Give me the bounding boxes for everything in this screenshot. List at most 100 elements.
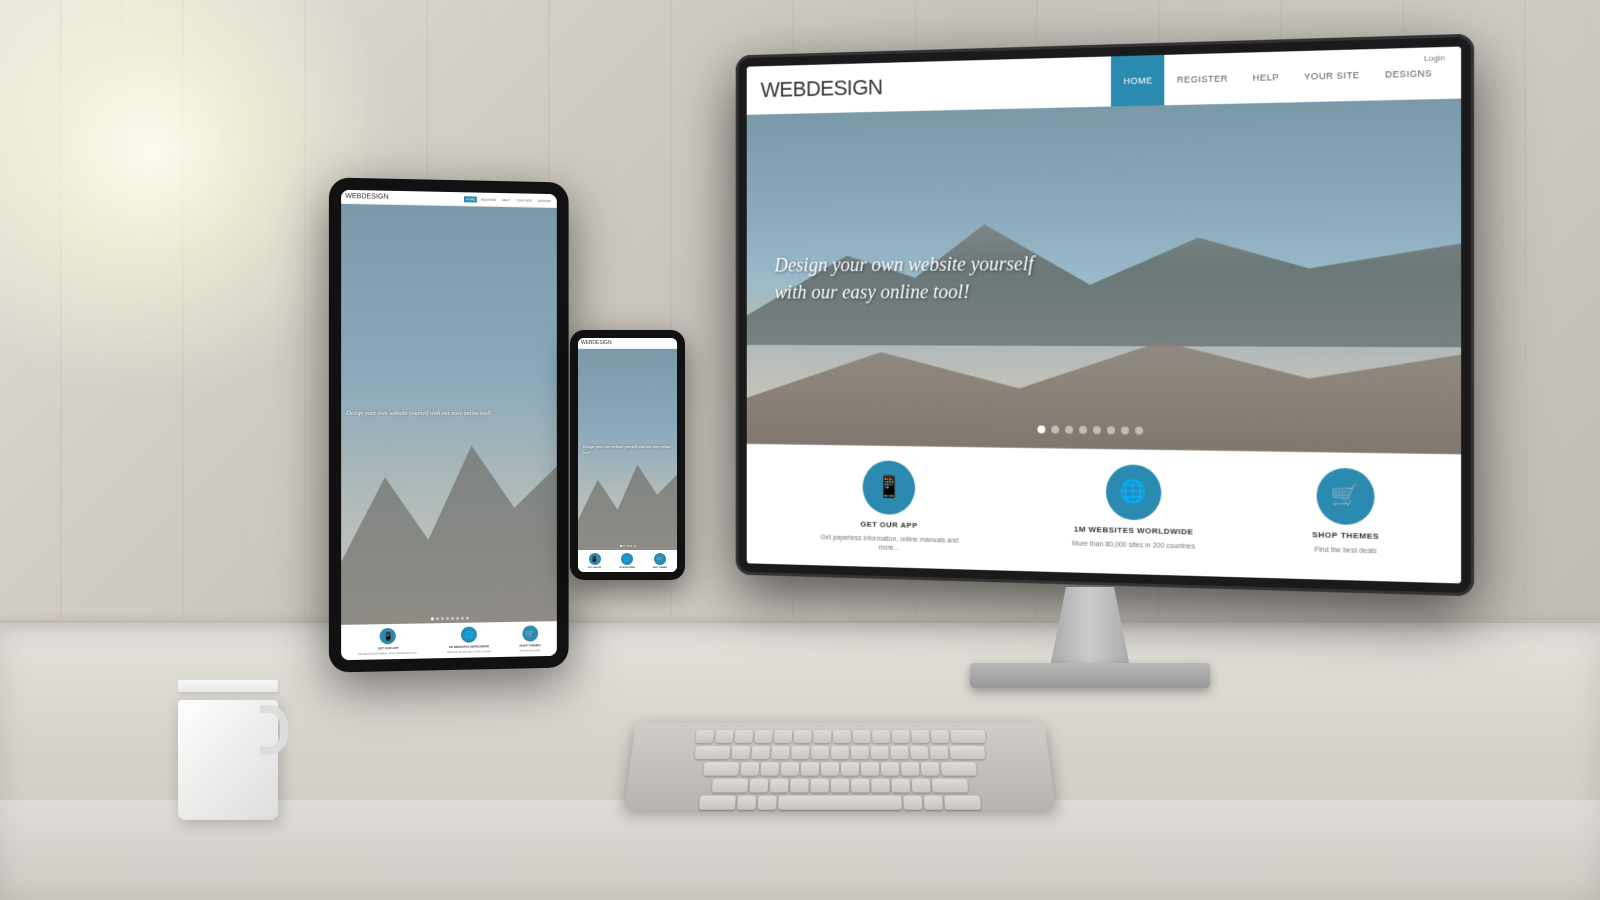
key (831, 746, 849, 759)
key-caps (703, 762, 739, 776)
nav-your-site[interactable]: YOUR SITE (1292, 49, 1373, 102)
key-enter (950, 746, 986, 759)
tablet-feature-app: 📱 GET OUR APP Get paperless information,… (358, 628, 419, 656)
tablet-shop-icon: 🛒 (522, 625, 538, 641)
key (930, 746, 949, 759)
key-shift-r (932, 779, 968, 793)
phone-dot-5[interactable] (634, 545, 636, 547)
tablet-app-icon: 📱 (380, 628, 396, 644)
nav-register[interactable]: REGISTER (1165, 53, 1241, 106)
tablet-nav-register[interactable]: REGISTER (479, 196, 498, 202)
tablet-nav-home[interactable]: HOME (464, 196, 477, 202)
hero-dot-1[interactable] (1038, 425, 1046, 433)
tablet-dot-2[interactable] (436, 617, 439, 620)
tablet-nav-designs[interactable]: DESIGNS (536, 197, 553, 203)
monitor: WEBDESIGN Login HOME REGISTER HELP YOUR … (720, 45, 1500, 745)
tablet-app-desc: Get paperless information, online manual… (358, 652, 419, 656)
key-tab (695, 746, 731, 759)
phone-shop-title: SHOP THEMES (653, 567, 668, 569)
key (881, 762, 900, 776)
key (861, 762, 879, 776)
key (921, 762, 940, 776)
phone-dot-3[interactable] (627, 545, 629, 547)
hero-dot-4[interactable] (1079, 426, 1087, 434)
tablet-dot-5[interactable] (451, 617, 454, 620)
tablet-dot-6[interactable] (456, 617, 459, 620)
key (891, 779, 910, 793)
phone-dot-4[interactable] (630, 545, 632, 547)
key (695, 730, 714, 743)
key (831, 779, 849, 793)
phone-worldwide-title: 1M WORLDWIDE (619, 567, 635, 569)
phone-dot-1[interactable] (620, 545, 622, 547)
tablet-dot-1[interactable] (431, 617, 434, 620)
app-desc: Get paperless information, online manual… (818, 533, 961, 554)
key (801, 762, 819, 776)
key (811, 746, 829, 759)
login-link[interactable]: Login (1424, 53, 1445, 63)
hero-dot-5[interactable] (1093, 426, 1101, 434)
keyboard-row-1 (643, 730, 1037, 743)
hero-dot-3[interactable] (1065, 426, 1073, 434)
key (813, 730, 831, 743)
nav-help[interactable]: HELP (1240, 51, 1291, 103)
phone-dot-2[interactable] (623, 545, 625, 547)
site-features: 📱 GET OUR APP Get paperless information,… (747, 444, 1461, 584)
phone-hero-text: Design your own website yourself with ou… (583, 444, 672, 455)
tablet-dots (431, 617, 469, 621)
tablet-dot-4[interactable] (446, 617, 449, 620)
worldwide-desc: More than 80,000 sites in 200 countries (1072, 539, 1195, 551)
tablet-feature-worldwide: 🌐 1M WEBSITES WORLDWIDE More than 80,000… (447, 626, 491, 654)
keyboard-row-4 (636, 779, 1043, 793)
keyboard-row-5 (634, 796, 1046, 810)
hero-headline: Design your own website yourself with ou… (775, 250, 1063, 306)
phone-logo: WEBDESIGN (581, 340, 612, 346)
tablet-nav-help[interactable]: HELP (500, 197, 512, 203)
tablet-feature-shop: 🛒 SHOP THEMES Find the best deals (519, 625, 540, 652)
key-opt-r (924, 796, 943, 810)
monitor-outer: WEBDESIGN Login HOME REGISTER HELP YOUR … (736, 34, 1474, 597)
hero-dot-7[interactable] (1121, 426, 1129, 434)
hero-dot-8[interactable] (1135, 426, 1143, 434)
monitor-stand-base (970, 663, 1210, 688)
key-opt-l (737, 796, 756, 810)
phone-website: WEBDESIGN Design your own website yourse… (578, 338, 677, 572)
key (833, 730, 851, 743)
phone-shop-icon: 🛒 (654, 553, 666, 565)
tablet-dot-3[interactable] (441, 617, 444, 620)
tablet-shop-desc: Find the best deals (520, 649, 541, 652)
hero-carousel-dots (1038, 425, 1144, 434)
site-logo: WEBDESIGN (761, 75, 883, 103)
key (871, 746, 889, 759)
tablet: WEBDESIGN HOME REGISTER HELP YOUR SITE D… (329, 177, 569, 672)
shop-desc: Find the best deals (1314, 545, 1376, 556)
key (760, 762, 779, 776)
phone-dots (620, 545, 636, 547)
tablet-dot-7[interactable] (461, 617, 464, 620)
key (911, 730, 929, 743)
site-nav: HOME REGISTER HELP YOUR SITE DESIGNS (1111, 47, 1445, 107)
keyboard-row-2 (641, 746, 1039, 759)
key (731, 746, 750, 759)
tablet-shop-title: SHOP THEMES (519, 643, 540, 647)
tablet-worldwide-icon: 🌐 (461, 627, 477, 643)
monitor-stand-neck (1050, 587, 1130, 667)
key (841, 762, 859, 776)
key (734, 730, 753, 743)
hero-dot-6[interactable] (1107, 426, 1115, 434)
tablet-website: WEBDESIGN HOME REGISTER HELP YOUR SITE D… (341, 190, 557, 660)
tablet-nav: HOME REGISTER HELP YOUR SITE DESIGNS (464, 196, 553, 204)
key-space (778, 796, 902, 810)
tablet-nav-site[interactable]: YOUR SITE (514, 197, 534, 203)
key (740, 762, 759, 776)
shop-title: SHOP THEMES (1312, 530, 1379, 541)
nav-home[interactable]: HOME (1111, 55, 1164, 107)
hero-dot-2[interactable] (1051, 425, 1059, 433)
key (754, 730, 772, 743)
tablet-dot-8[interactable] (466, 617, 469, 620)
tablet-features: 📱 GET OUR APP Get paperless information,… (341, 621, 557, 660)
phone-app-icon: 📱 (589, 553, 601, 565)
key (930, 730, 949, 743)
feature-app: 📱 GET OUR APP Get paperless information,… (818, 459, 961, 554)
key (770, 779, 789, 793)
